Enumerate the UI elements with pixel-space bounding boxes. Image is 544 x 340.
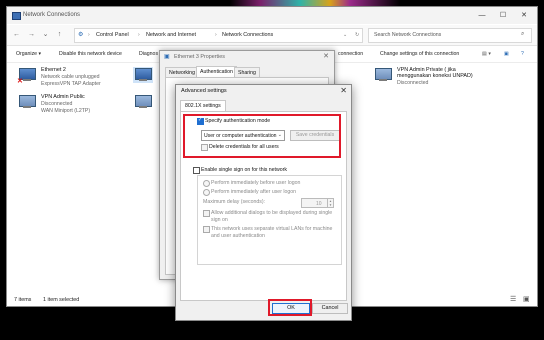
connection-button[interactable]: connection bbox=[338, 51, 363, 57]
control-panel-icon: ⚙ bbox=[78, 32, 84, 38]
address-field[interactable]: ⚙ › Control Panel › Network and Internet… bbox=[74, 28, 363, 43]
help-icon[interactable]: ? bbox=[521, 51, 524, 57]
view-options-icon[interactable]: ▤ ▾ bbox=[482, 51, 491, 57]
disable-device-button[interactable]: Disable this network device bbox=[59, 51, 122, 57]
tab-8021x-settings[interactable]: 802.1X settings bbox=[180, 100, 226, 111]
maximize-button[interactable]: ☐ bbox=[497, 10, 509, 21]
close-icon[interactable]: ✕ bbox=[323, 52, 329, 60]
breadcrumb-separator-icon: › bbox=[215, 32, 217, 38]
item-count: 7 items bbox=[14, 297, 32, 303]
close-window-button[interactable]: ✕ bbox=[518, 10, 530, 21]
network-adapter-icon: ▣ bbox=[164, 54, 170, 60]
preview-pane-icon[interactable]: ▣ bbox=[504, 51, 509, 57]
connection-device: WAN Miniport (L2TP) bbox=[41, 108, 91, 114]
connection-status: Disconnected bbox=[397, 80, 429, 86]
dialog-title: Ethernet 3 Properties bbox=[174, 54, 225, 60]
breadcrumb-network-internet[interactable]: Network and Internet bbox=[146, 32, 196, 38]
sso-checkbox[interactable] bbox=[193, 167, 200, 174]
selection-count: 1 item selected bbox=[43, 297, 80, 303]
cancel-button[interactable]: Cancel bbox=[312, 303, 348, 314]
refresh-icon[interactable]: ↻ bbox=[355, 32, 359, 38]
before-logon-label: Perform immediately before user logon bbox=[211, 180, 301, 186]
vpn-connection-icon bbox=[17, 94, 37, 110]
ok-highlight-box bbox=[268, 299, 312, 316]
connection-status: Network cable unplugged bbox=[41, 74, 100, 80]
connection-status: Disconnected bbox=[41, 101, 73, 107]
up-arrow-icon[interactable]: ↑ bbox=[55, 30, 64, 39]
minimize-button[interactable]: — bbox=[476, 10, 488, 21]
title-bar: Network Connections — ☐ ✕ bbox=[7, 7, 537, 24]
after-logon-radio[interactable] bbox=[203, 189, 210, 196]
dialog-title: Advanced settings bbox=[181, 88, 227, 94]
max-delay-value: 10 bbox=[316, 200, 322, 207]
window-title: Network Connections bbox=[23, 12, 81, 18]
connection-device: ExpressVPN TAP Adapter bbox=[41, 81, 101, 87]
breadcrumb-network-connections[interactable]: Network Connections bbox=[222, 32, 273, 38]
connection-name: VPN Admin Public bbox=[41, 94, 85, 100]
search-input[interactable]: Search Network Connections bbox=[374, 32, 441, 38]
sso-label: Enable single sign on for this network bbox=[201, 167, 287, 173]
breadcrumb-separator-icon: › bbox=[88, 32, 90, 38]
connection-name: Ethernet 2 bbox=[41, 67, 66, 73]
recent-chevron-icon[interactable]: ⌄ bbox=[41, 30, 50, 39]
connection-name-cont: menggunakan koneksi UNPAD) bbox=[397, 73, 473, 79]
forward-arrow-icon[interactable]: → bbox=[27, 30, 36, 39]
address-bar-row: ← → ⌄ ↑ ⚙ › Control Panel › Network and … bbox=[7, 25, 537, 46]
vpn-connection-icon bbox=[373, 67, 393, 83]
close-icon[interactable]: ✕ bbox=[340, 86, 347, 95]
details-view-icon[interactable]: ☰ bbox=[510, 295, 516, 303]
network-adapter-icon bbox=[133, 67, 153, 83]
vpn-connection-icon bbox=[133, 94, 153, 110]
spinner-arrows-icon[interactable]: ▲ ▼ bbox=[327, 199, 333, 207]
max-delay-spinner[interactable]: 10 ▲ ▼ bbox=[301, 198, 334, 208]
before-logon-radio[interactable] bbox=[203, 180, 210, 187]
unplugged-x-icon: ✕ bbox=[17, 78, 23, 85]
back-arrow-icon[interactable]: ← bbox=[12, 30, 21, 39]
after-logon-label: Perform immediately after user logon bbox=[211, 189, 297, 195]
diagnose-button[interactable]: Diagnos bbox=[139, 51, 158, 57]
search-box[interactable]: Search Network Connections ⌕ bbox=[368, 28, 532, 43]
auth-mode-highlight-box bbox=[183, 114, 341, 158]
separate-vlans-checkbox[interactable] bbox=[203, 226, 210, 233]
allow-dialogs-checkbox[interactable] bbox=[203, 210, 210, 217]
tiles-view-icon[interactable]: ▣ bbox=[523, 295, 530, 303]
separate-vlans-label: This network uses separate virtual LANs … bbox=[211, 226, 333, 239]
organize-menu[interactable]: Organize ▾ bbox=[16, 51, 41, 57]
breadcrumb-separator-icon: › bbox=[138, 32, 140, 38]
network-folder-icon bbox=[12, 12, 21, 20]
address-dropdown-icon[interactable]: ⌄ bbox=[343, 32, 347, 38]
breadcrumb-control-panel[interactable]: Control Panel bbox=[96, 32, 129, 38]
search-icon: ⌕ bbox=[521, 31, 525, 37]
allow-dialogs-label: Allow additional dialogs to be displayed… bbox=[211, 210, 333, 223]
change-settings-button[interactable]: Change settings of this connection bbox=[380, 51, 459, 57]
max-delay-label: Maximum delay (seconds): bbox=[203, 199, 265, 205]
